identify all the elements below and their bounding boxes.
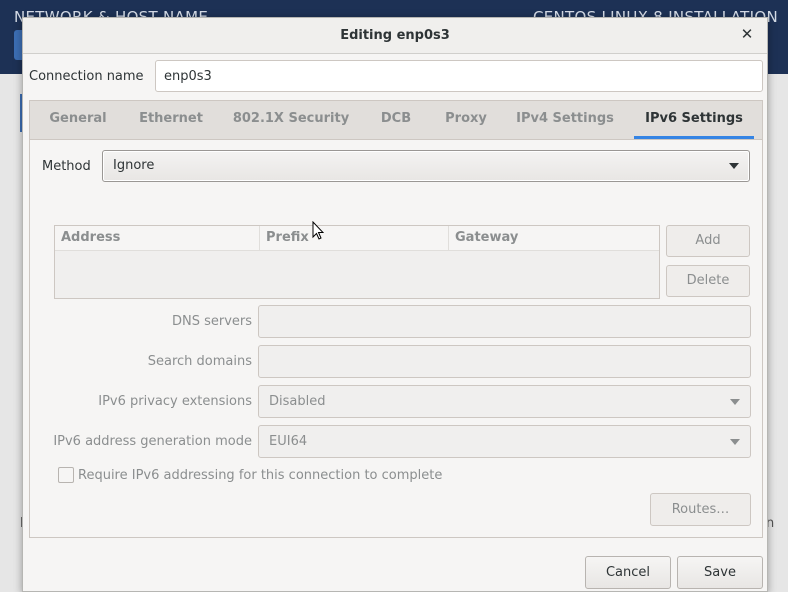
chevron-down-icon — [729, 163, 739, 169]
privacy-extensions-dropdown[interactable]: Disabled — [258, 385, 751, 418]
search-domains-input[interactable] — [258, 345, 751, 378]
address-table-header: Address Prefix Gateway — [55, 226, 659, 251]
routes-button[interactable]: Routes… — [650, 493, 751, 526]
dialog-titlebar: Editing enp0s3 ✕ — [23, 18, 767, 54]
dialog-title: Editing enp0s3 — [340, 28, 450, 43]
column-gateway[interactable]: Gateway — [449, 226, 659, 250]
tab-general[interactable]: General — [38, 101, 118, 139]
column-address[interactable]: Address — [55, 226, 260, 250]
settings-notebook: General Ethernet 802.1X Security DCB Pro… — [29, 100, 763, 538]
save-button[interactable]: Save — [677, 556, 763, 589]
chevron-down-icon — [730, 438, 740, 445]
address-table[interactable]: Address Prefix Gateway — [54, 225, 660, 299]
method-dropdown[interactable]: Ignore — [102, 150, 750, 182]
privacy-extensions-label: IPv6 privacy extensions — [98, 394, 252, 409]
connection-name-label: Connection name — [29, 69, 144, 84]
delete-address-button[interactable]: Delete — [666, 265, 750, 297]
tab-bar: General Ethernet 802.1X Security DCB Pro… — [30, 101, 762, 140]
column-prefix[interactable]: Prefix — [260, 226, 449, 250]
tab-ipv6-settings[interactable]: IPv6 Settings — [634, 101, 754, 139]
dns-servers-input[interactable] — [258, 305, 751, 338]
search-domains-label: Search domains — [147, 354, 252, 369]
require-ipv6-label[interactable]: Require IPv6 addressing for this connect… — [78, 468, 442, 483]
connection-name-input[interactable] — [155, 60, 763, 92]
mouse-pointer-icon — [312, 221, 324, 240]
address-generation-dropdown[interactable]: EUI64 — [258, 425, 751, 458]
add-address-button[interactable]: Add — [666, 225, 750, 257]
dns-servers-label: DNS servers — [171, 314, 252, 329]
privacy-extensions-value: Disabled — [269, 394, 326, 409]
tab-ethernet[interactable]: Ethernet — [130, 101, 212, 139]
close-icon[interactable]: ✕ — [737, 24, 757, 44]
address-generation-value: EUI64 — [269, 434, 308, 449]
chevron-down-icon — [730, 398, 740, 405]
tab-8021x-security[interactable]: 802.1X Security — [224, 101, 358, 139]
cancel-button[interactable]: Cancel — [585, 556, 671, 589]
tab-dcb[interactable]: DCB — [370, 101, 422, 139]
tab-proxy[interactable]: Proxy — [434, 101, 498, 139]
method-label: Method — [42, 159, 91, 174]
tab-ipv4-settings[interactable]: IPv4 Settings — [508, 101, 622, 139]
method-value: Ignore — [113, 158, 155, 173]
require-ipv6-checkbox[interactable] — [58, 467, 74, 483]
address-generation-label: IPv6 address generation mode — [53, 434, 252, 449]
edit-connection-dialog: Editing enp0s3 ✕ Connection name General… — [22, 17, 768, 592]
